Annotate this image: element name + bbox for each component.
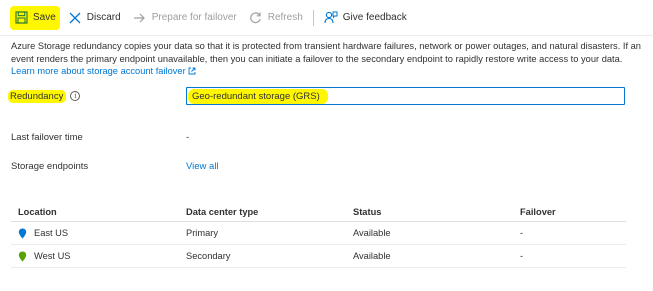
header-failover[interactable]: Failover [520,207,626,217]
map-pin-icon [18,251,27,261]
location-text: East US [34,228,69,238]
header-location[interactable]: Location [11,207,186,217]
redundancy-label-text: Redundancy [8,89,67,103]
command-bar: Save Discard Prepare for failover Refres… [0,0,653,36]
save-button[interactable]: Save [10,5,60,30]
save-label: Save [33,12,56,23]
refresh-label: Refresh [267,12,303,23]
table-header: Location Data center type Status Failove… [11,203,626,222]
prepare-failover-label: Prepare for failover [151,12,237,23]
type-cell: Secondary [186,251,231,261]
give-feedback-button[interactable]: Give feedback [320,6,411,30]
status-cell: Available [353,228,391,238]
external-link-icon [188,67,196,75]
save-icon [14,11,28,25]
redundancy-dropdown[interactable]: Geo-redundant storage (GRS) [186,87,625,105]
toolbar-divider [312,9,314,26]
type-cell: Primary [186,228,219,238]
refresh-icon [249,11,263,25]
arrow-right-icon [133,11,147,25]
refresh-button[interactable]: Refresh [245,6,307,30]
discard-button[interactable]: Discard [64,6,125,30]
status-cell: Available [353,251,391,261]
failover-cell: - [520,228,524,238]
discard-label: Discard [86,12,121,23]
last-failover-label: Last failover time [11,132,83,143]
endpoints-table: Location Data center type Status Failove… [11,203,626,268]
feedback-icon [324,11,338,25]
location-cell: West US [11,251,186,262]
description-text: Azure Storage redundancy copies your dat… [11,41,641,64]
table-row[interactable]: East US Primary Available - [11,222,626,245]
header-data-center-type[interactable]: Data center type [186,207,353,217]
redundancy-description: Azure Storage redundancy copies your dat… [11,40,641,78]
close-icon [68,11,82,25]
last-failover-value: - [186,132,190,143]
prepare-failover-button[interactable]: Prepare for failover [129,6,241,30]
redundancy-field-label: Redundancy i [8,89,81,103]
learn-more-link[interactable]: Learn more about storage account failove… [11,66,196,76]
learn-more-text: Learn more about storage account failove… [11,66,186,76]
header-status[interactable]: Status [353,207,520,217]
location-text: West US [34,251,71,261]
table-row[interactable]: West US Secondary Available - [11,245,626,268]
failover-cell: - [520,251,524,261]
view-all-link[interactable]: View all [186,161,219,172]
storage-endpoints-label: Storage endpoints [11,161,89,172]
redundancy-selected-value: Geo-redundant storage (GRS) [188,89,328,104]
info-icon[interactable]: i [70,91,81,101]
feedback-label: Give feedback [342,12,407,23]
location-cell: East US [11,228,186,239]
map-pin-icon [18,228,27,238]
